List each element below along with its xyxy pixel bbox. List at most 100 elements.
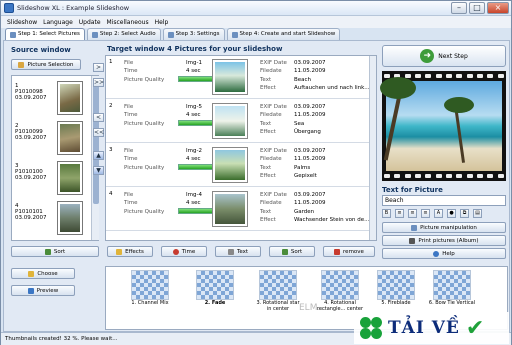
effect-label: Effect xyxy=(260,217,276,224)
effects-icon xyxy=(116,248,123,255)
exif-value: 03.09.2007 xyxy=(294,60,326,66)
filedate-label: Filedate xyxy=(260,200,282,207)
help-icon xyxy=(433,250,440,257)
picture-text-input[interactable]: Beach xyxy=(382,195,506,206)
tab-label: Step 2: Select Audio xyxy=(99,31,156,37)
transition-item[interactable]: 6. Bow Tie Vertical xyxy=(428,270,476,318)
effects-button[interactable]: Effects xyxy=(107,246,153,257)
scroll-thumb[interactable] xyxy=(93,84,99,204)
exif-value: 03.09.2007 xyxy=(294,148,326,154)
list-item[interactable]: 4 P1010101 03.09.2007 xyxy=(15,201,95,237)
move-down-button[interactable]: ▼ xyxy=(93,166,104,175)
filedate-label: Filedate xyxy=(260,112,282,119)
text-value: Palms xyxy=(294,164,311,171)
bold-icon[interactable]: B xyxy=(382,209,391,218)
button-label: Time xyxy=(181,248,196,255)
effect-value: Gepixelt xyxy=(294,173,317,180)
table-row[interactable]: 1 File Img-1 Time 4 sec Picture Quality EXIF… xyxy=(106,56,370,99)
target-scrollbar[interactable] xyxy=(369,56,376,240)
align-center-icon[interactable]: ≡ xyxy=(408,209,417,218)
add-one-button[interactable]: > xyxy=(93,63,104,72)
thumbnail xyxy=(212,59,248,95)
beach-photo xyxy=(380,77,502,171)
menu-update[interactable]: Update xyxy=(79,19,101,26)
button-label: Effects xyxy=(125,248,144,255)
tab-step-1[interactable]: Step 1: Select Pictures xyxy=(5,28,85,40)
button-label: Picture manipulation xyxy=(420,224,477,231)
maximize-button[interactable]: □ xyxy=(469,2,485,14)
remove-all-button[interactable]: << xyxy=(93,128,104,137)
list-item[interactable]: 1 P1010098 03.09.2007 xyxy=(15,81,95,117)
table-row[interactable]: 2 File Img-5 Time 4 sec Picture Quality EXIF… xyxy=(106,100,369,143)
help-button[interactable]: Help xyxy=(382,248,506,259)
source-sort-button[interactable]: Sort xyxy=(11,246,99,257)
tab-step-2[interactable]: Step 2: Select Audio xyxy=(86,28,161,40)
list-item[interactable]: 2 P1010099 03.09.2007 xyxy=(15,121,95,157)
effect-value: Auftauchen und nach link... xyxy=(294,85,370,92)
tab-step-3[interactable]: Step 3: Settings xyxy=(162,28,225,40)
source-list[interactable]: 1 P1010098 03.09.2007 2 P1010099 03.09.2007 … xyxy=(11,75,99,241)
add-all-button[interactable]: >> xyxy=(93,78,104,87)
file-label: File xyxy=(124,148,134,154)
text-value: Sea xyxy=(294,120,305,127)
menu-language[interactable]: Language xyxy=(43,19,73,26)
transition-item[interactable]: 2. Fade xyxy=(191,270,239,318)
menu-miscellaneous[interactable]: Miscellaneous xyxy=(107,19,149,26)
logo-text: TẢI VỀ xyxy=(388,318,460,338)
remove-one-button[interactable]: < xyxy=(93,113,104,122)
arrow-right-icon: ➜ xyxy=(420,49,435,63)
exif-label: EXIF Date xyxy=(260,104,287,110)
app-icon xyxy=(4,3,14,13)
exif-label: EXIF Date xyxy=(260,192,287,198)
remove-icon xyxy=(334,248,341,255)
transition-label: 5. Fireblade xyxy=(381,300,411,306)
transition-item[interactable]: 3. Rotational star in center xyxy=(254,270,302,318)
time-value: 4 sec xyxy=(186,156,201,163)
target-list[interactable]: 1 File Img-1 Time 4 sec Picture Quality EXIF… xyxy=(105,55,377,241)
file-value: Img-5 xyxy=(186,104,202,110)
effect-label: Effect xyxy=(260,85,276,92)
choose-button[interactable]: Choose xyxy=(11,268,75,279)
tab-label: Step 4: Create and start Slideshow xyxy=(239,31,336,37)
time-label: Time xyxy=(124,112,138,119)
file-label: File xyxy=(124,104,134,110)
transition-item[interactable]: 5. Fireblade xyxy=(372,270,420,318)
align-right-icon[interactable]: ≡ xyxy=(421,209,430,218)
minimize-button[interactable]: – xyxy=(451,2,467,14)
tab-step-4[interactable]: Step 4: Create and start Slideshow xyxy=(226,28,341,40)
next-step-button[interactable]: ➜ Next Step xyxy=(382,45,506,67)
target-sort-button[interactable]: Sort xyxy=(269,246,315,257)
button-label: Next Step xyxy=(438,52,468,60)
picture-selection-button[interactable]: Picture Selection xyxy=(11,59,81,70)
remove-button[interactable]: remove xyxy=(323,246,375,257)
copy-icon[interactable]: ⧉ xyxy=(460,209,469,218)
color-icon[interactable]: ● xyxy=(447,209,456,218)
time-button[interactable]: Time xyxy=(161,246,207,257)
text-label: Text xyxy=(260,164,272,171)
target-header: Target window 4 Pictures for your slides… xyxy=(107,45,283,53)
preview-button[interactable]: Preview xyxy=(11,285,75,296)
close-button[interactable]: × xyxy=(487,2,509,14)
picture-manipulation-button[interactable]: Picture manipulation xyxy=(382,222,506,233)
transition-label: 3. Rotational star in center xyxy=(256,300,300,312)
row-index: 1 xyxy=(109,59,113,65)
text-label: Text xyxy=(260,76,272,83)
button-label: Print pictures (Album) xyxy=(418,237,479,244)
printer-icon xyxy=(409,237,416,244)
move-up-button[interactable]: ▲ xyxy=(93,151,104,160)
transition-item[interactable]: 1. Channel Mix xyxy=(126,270,174,318)
paste-icon[interactable]: ▤ xyxy=(473,209,482,218)
text-button[interactable]: Text xyxy=(215,246,261,257)
table-row[interactable]: 4 File Img-4 Time 4 sec Picture Quality EXIF… xyxy=(106,188,369,231)
menu-help[interactable]: Help xyxy=(155,19,169,26)
align-left-icon[interactable]: ≡ xyxy=(395,209,404,218)
menu-slideshow[interactable]: Slideshow xyxy=(7,19,37,26)
row-index: 3 xyxy=(109,147,113,153)
table-row[interactable]: 3 File Img-2 Time 4 sec Picture Quality EXIF… xyxy=(106,144,369,187)
settings-icon xyxy=(167,31,174,38)
button-label: Picture Selection xyxy=(27,61,74,68)
print-pictures-button[interactable]: Print pictures (Album) xyxy=(382,235,506,246)
list-item[interactable]: 3 P1010100 03.09.2007 xyxy=(15,161,95,197)
menu-bar: Slideshow Language Update Miscellaneous … xyxy=(1,16,511,28)
font-icon[interactable]: A xyxy=(434,209,443,218)
